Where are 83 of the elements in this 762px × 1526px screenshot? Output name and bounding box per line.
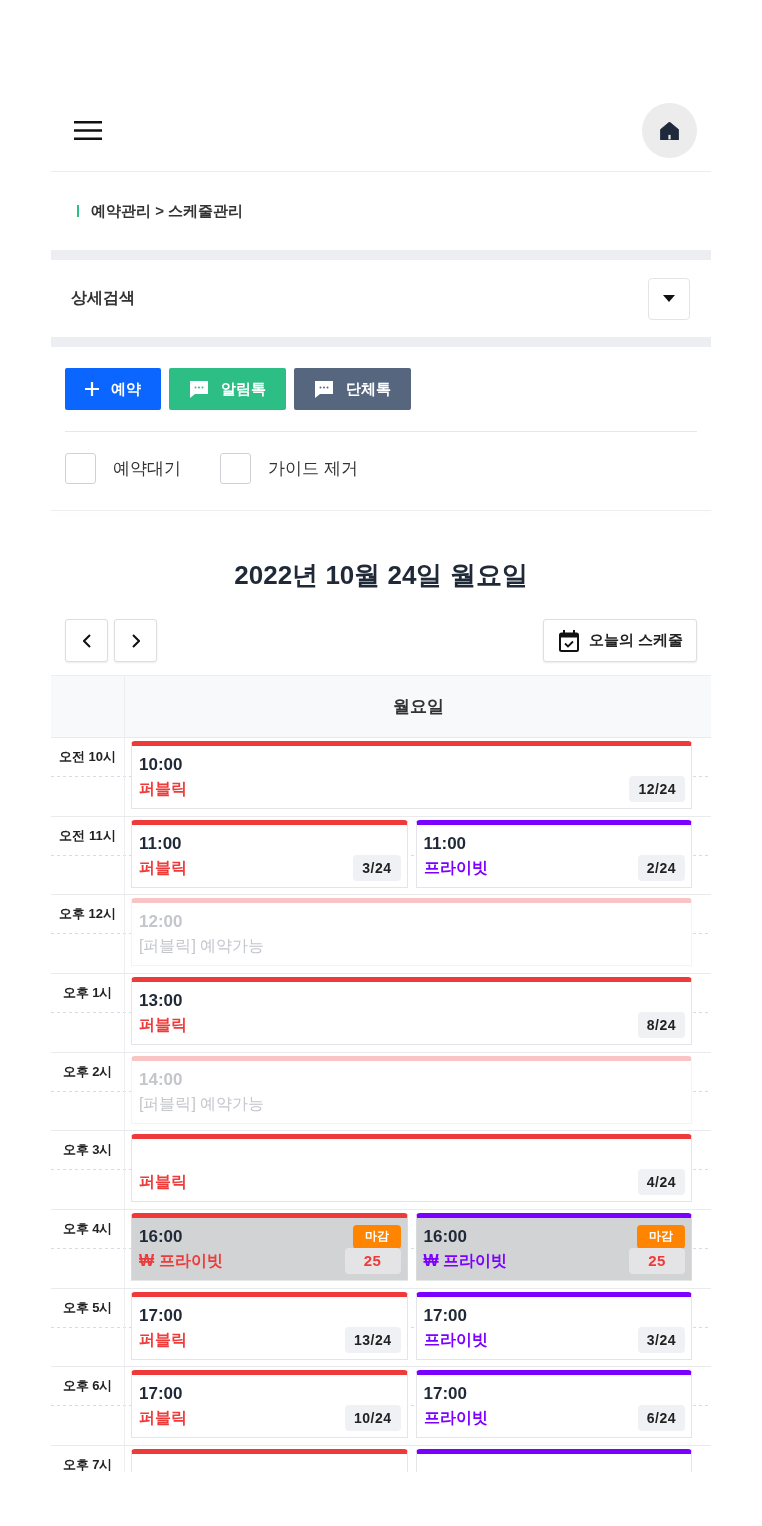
- time-label: 오후 6시: [62, 1378, 113, 1395]
- time-label: 오후 2시: [62, 1063, 113, 1080]
- message-button[interactable]: 단체톡: [294, 368, 411, 410]
- schedule-card[interactable]: 17:00 퍼블릭 10/24: [131, 1370, 408, 1439]
- count-badge: 4/24: [637, 1169, 685, 1196]
- caret-down-icon: [663, 295, 675, 302]
- slot-time: 12:00: [139, 911, 183, 934]
- count-badge: 13/24: [344, 1326, 401, 1353]
- section-title: 상세검색: [71, 288, 135, 308]
- schedule-card[interactable]: 퍼블릭 4/24: [131, 1134, 692, 1203]
- session-type: 프라이빗: [423, 857, 488, 878]
- count-badge: 25: [344, 1247, 401, 1274]
- previous-button[interactable]: [65, 619, 108, 662]
- calendar-check-icon: [558, 629, 579, 652]
- slot-time: 11:00: [139, 832, 182, 855]
- session-type: 퍼블릭: [139, 1172, 187, 1193]
- slot-time: 17:00: [139, 1304, 183, 1327]
- slot-time: 17:00: [423, 1304, 467, 1327]
- schedule-card[interactable]: 16:00 마감 ₩ 프라이빗 25: [415, 1212, 692, 1281]
- count-badge: 3/24: [353, 854, 401, 881]
- checkbox-label: 가이드 제거: [268, 458, 358, 480]
- schedule-card[interactable]: 17:00 퍼블릭 13/24: [131, 1291, 408, 1360]
- session-type: [퍼블릭] 예약가능: [139, 936, 265, 957]
- count-badge: 10/24: [344, 1405, 401, 1432]
- session-type: 퍼블릭: [139, 1329, 187, 1350]
- count-badge: 2/24: [637, 854, 685, 881]
- column-header: 월요일: [392, 696, 444, 718]
- schedule-card[interactable]: 17:00 프라이빗 6/24: [415, 1370, 692, 1439]
- breadcrumb: 예약관리 > 스케줄관리: [91, 201, 244, 221]
- time-label: 오후 7시: [62, 1456, 113, 1472]
- time-label: 오후 4시: [62, 1220, 113, 1237]
- time-label: 오후 5시: [62, 1299, 113, 1316]
- session-type: 프라이빗: [423, 1329, 488, 1350]
- schedule-card[interactable]: 11:00 프라이빗 2/24: [415, 819, 692, 888]
- home-icon: [660, 121, 679, 140]
- slot-time: 11:00: [423, 832, 467, 855]
- slot-time: 16:00: [139, 1225, 183, 1248]
- count-badge: 25: [629, 1247, 685, 1274]
- count-badge: 6/24: [637, 1405, 685, 1432]
- schedule-card[interactable]: 10:00 퍼블릭 12/24: [131, 741, 692, 809]
- slot-time: 17:00: [423, 1383, 467, 1406]
- chevron-left-icon: [82, 633, 91, 648]
- schedule-card[interactable]: 13:00 퍼블릭 8/24: [131, 976, 692, 1045]
- slot-time: 14:00: [139, 1068, 183, 1091]
- time-label: 오전 10시: [58, 749, 117, 765]
- session-type: 퍼블릭: [139, 1014, 187, 1035]
- slot-time: 13:00: [139, 989, 183, 1012]
- date-title: 2022년 10월 24일 월요일: [234, 559, 528, 592]
- menu-icon[interactable]: [74, 121, 102, 140]
- schedule-card[interactable]: 17:00 프라이빗 3/24: [415, 1291, 692, 1360]
- session-type: 퍼블릭: [139, 779, 187, 799]
- checkbox[interactable]: [220, 453, 251, 484]
- chat-bubble-icon: [314, 380, 334, 398]
- today-schedule-button[interactable]: 오늘의 스케줄: [542, 619, 697, 662]
- time-label: 오전 11시: [59, 827, 116, 844]
- checkbox-label: 예약대기: [113, 458, 181, 480]
- slot-time: 17:00: [139, 1383, 183, 1406]
- closed-badge: 마감: [637, 1224, 685, 1249]
- schedule-card[interactable]: 16:00 마감 ₩ 프라이빗 25: [131, 1212, 408, 1281]
- count-badge: 3/24: [637, 1326, 685, 1353]
- slot-time: 10:00: [139, 754, 183, 776]
- chevron-right-icon: [131, 633, 140, 648]
- closed-badge: 마감: [352, 1224, 401, 1249]
- count-badge: 8/24: [637, 1011, 685, 1038]
- time-label: 오후 12시: [58, 906, 117, 923]
- add-button[interactable]: 예약: [65, 368, 161, 410]
- session-type: 프라이빗: [423, 1408, 488, 1429]
- accent-bar-icon: [77, 205, 79, 217]
- session-type: 퍼블릭: [139, 857, 187, 878]
- session-type: 퍼블릭: [139, 1408, 187, 1429]
- plus-icon: [85, 382, 99, 396]
- count-badge: 12/24: [629, 776, 685, 802]
- time-label: 오후 1시: [62, 984, 113, 1001]
- schedule-card[interactable]: 11:00 퍼블릭 3/24: [131, 819, 408, 888]
- session-type: ₩ 프라이빗: [423, 1250, 508, 1271]
- time-label: 오후 3시: [62, 1142, 113, 1159]
- session-type: [퍼블릭] 예약가능: [139, 1093, 265, 1114]
- chat-bubble-icon: [189, 380, 209, 398]
- dropdown-button[interactable]: [648, 277, 690, 320]
- checkbox[interactable]: [65, 453, 96, 484]
- session-type: ₩ 프라이빗: [139, 1250, 223, 1271]
- next-button[interactable]: [114, 619, 157, 662]
- slot-time: 16:00: [423, 1225, 467, 1248]
